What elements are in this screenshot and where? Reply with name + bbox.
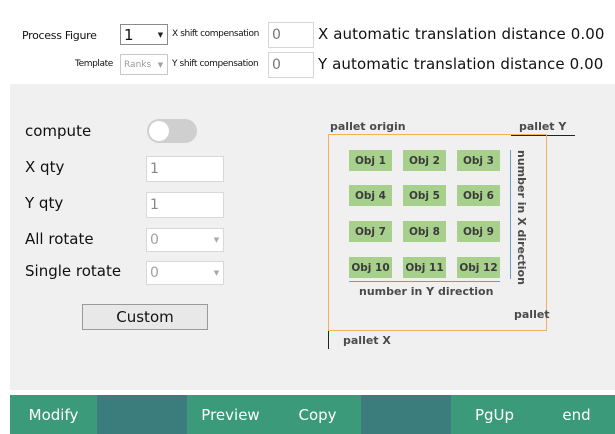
all-rotate-value: 0	[150, 232, 159, 248]
object-tile: Obj 8	[403, 221, 446, 242]
template-value: Ranks	[124, 59, 152, 70]
chevron-down-icon: ▼	[157, 30, 164, 39]
x-shift-label: X shift compensation	[172, 29, 259, 39]
modify-button[interactable]: Modify	[10, 395, 97, 434]
custom-button[interactable]: Custom	[82, 304, 208, 330]
template-label: Template	[75, 59, 113, 69]
compute-toggle[interactable]	[147, 119, 197, 143]
chevron-down-icon: ▼	[213, 269, 220, 277]
button-bar-gap	[97, 395, 187, 434]
x-shift-input[interactable]: 0	[268, 22, 314, 48]
pallet-y-label: pallet Y	[519, 120, 567, 133]
copy-button[interactable]: Copy	[274, 395, 361, 434]
number-x-direction-label: number in X direction	[515, 150, 528, 285]
object-tile: Obj 3	[457, 150, 500, 171]
x-direction-dimension-line	[510, 150, 511, 279]
preview-button[interactable]: Preview	[187, 395, 274, 434]
number-y-direction-label: number in Y direction	[359, 285, 494, 298]
single-rotate-select[interactable]: 0 ▼	[146, 261, 224, 285]
compute-label: compute	[25, 122, 92, 140]
y-shift-input[interactable]: 0	[268, 52, 314, 78]
pallet-label: pallet	[514, 308, 550, 321]
single-rotate-label: Single rotate	[25, 262, 122, 280]
single-rotate-label-clip: Single rotate	[25, 262, 145, 284]
pallet-origin-label: pallet origin	[330, 120, 406, 133]
object-tile: Obj 9	[457, 221, 500, 242]
x-auto-translation-text: X automatic translation distance 0.00	[318, 25, 605, 43]
object-tile: Obj 12	[457, 257, 500, 278]
pallet-x-label: pallet X	[343, 334, 391, 347]
y-qty-input[interactable]: 1	[146, 192, 224, 218]
object-tile: Obj 6	[457, 185, 500, 206]
all-rotate-select[interactable]: 0 ▼	[146, 228, 224, 252]
process-figure-label: Process Figure	[22, 29, 97, 42]
object-tile: Obj 2	[403, 150, 446, 171]
bottom-button-bar: Modify Preview Copy PgUp end	[0, 395, 615, 434]
y-qty-label: Y qty	[25, 194, 64, 212]
end-button[interactable]: end	[538, 395, 615, 434]
y-auto-translation-text: Y automatic translation distance 0.00	[318, 55, 604, 73]
object-tile: Obj 7	[349, 221, 392, 242]
x-qty-input[interactable]: 1	[146, 156, 224, 182]
chevron-down-icon: ▼	[213, 236, 220, 244]
pallet-diagram: pallet origin pallet Y Obj 1 Obj 2 Obj 3…	[328, 120, 580, 350]
pgup-button[interactable]: PgUp	[451, 395, 538, 434]
chevron-down-icon: ▼	[157, 60, 164, 69]
object-tile: Obj 4	[349, 185, 392, 206]
main-panel: compute X qty 1 Y qty 1 All rotate 0 ▼ S…	[10, 84, 615, 390]
single-rotate-value: 0	[150, 265, 159, 281]
all-rotate-label: All rotate	[25, 230, 94, 248]
process-figure-select[interactable]: 1 ▼	[120, 24, 168, 45]
object-tile: Obj 10	[349, 257, 392, 278]
process-figure-value: 1	[124, 25, 134, 44]
object-tile: Obj 11	[403, 257, 446, 278]
button-bar-gap	[361, 395, 451, 434]
settings-strip: Process Figure 1 ▼ X shift compensation …	[0, 0, 615, 84]
toggle-knob	[149, 121, 169, 141]
object-tile: Obj 1	[349, 150, 392, 171]
y-direction-dimension-line	[349, 281, 500, 282]
pallet-x-axis	[328, 331, 329, 349]
template-select[interactable]: Ranks ▼	[120, 54, 168, 75]
y-shift-label: Y shift compensation	[172, 59, 259, 69]
object-tile: Obj 5	[403, 185, 446, 206]
x-qty-label: X qty	[25, 158, 65, 176]
